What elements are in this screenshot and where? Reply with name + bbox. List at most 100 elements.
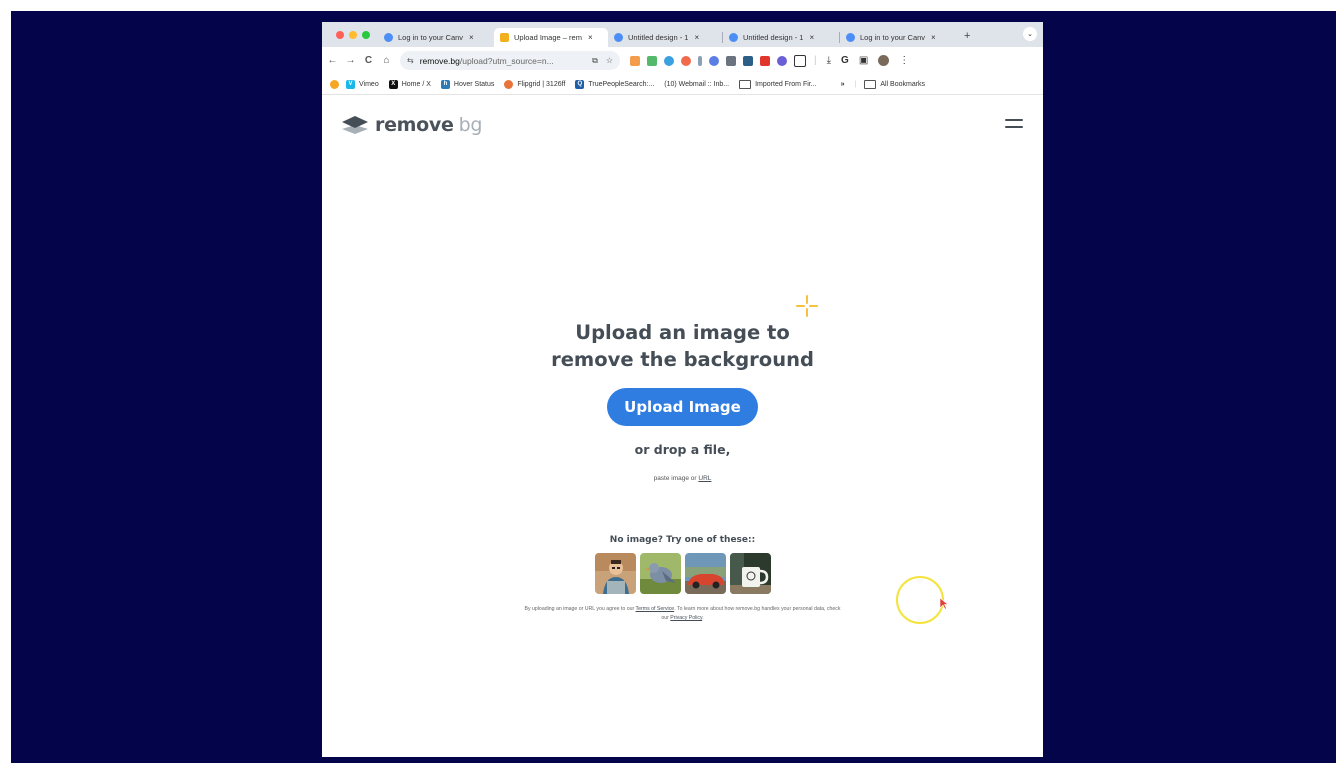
canva-favicon-icon: [729, 32, 738, 42]
url-host: remove.bg: [419, 55, 460, 66]
side-panel-icon[interactable]: ▣: [859, 55, 868, 66]
page-headline: Upload an image to remove the background: [322, 319, 1043, 373]
extension-icon[interactable]: [709, 55, 719, 66]
page-content: remove bg Upload an image to remove the …: [322, 95, 1043, 757]
url-path: /upload?utm_source=n...: [459, 55, 554, 66]
extension-icon[interactable]: [743, 55, 753, 66]
canva-favicon-icon: [614, 32, 623, 42]
tab-title: Upload Image – rem: [514, 32, 582, 42]
close-tab-icon[interactable]: ×: [694, 33, 699, 42]
extension-icon[interactable]: [726, 55, 736, 66]
profile-avatar[interactable]: [878, 55, 890, 66]
extensions-bar: [630, 54, 806, 67]
bookmark-label: (10) Webmail :: Inb...: [664, 80, 730, 88]
paste-hint-text: paste image or: [653, 475, 699, 482]
extension-icon[interactable]: [777, 55, 787, 66]
forward-button[interactable]: →: [343, 55, 358, 66]
canva-favicon-icon: [384, 32, 393, 42]
bookmark-label: All Bookmarks: [880, 80, 926, 88]
toolbar-divider: |: [814, 55, 817, 66]
bookmark-webmail[interactable]: (10) Webmail :: Inb...: [664, 81, 729, 88]
extension-icon[interactable]: [647, 55, 657, 66]
privacy-policy-link[interactable]: Privacy Policy: [670, 615, 702, 621]
bookmark-vimeo[interactable]: V Vimeo: [346, 79, 379, 89]
browser-menu-icon[interactable]: ⋮: [899, 55, 909, 66]
bookmark-imported-folder[interactable]: Imported From Fir...: [739, 79, 817, 89]
sparkle-icon: [796, 295, 818, 317]
bookmark-label: Vimeo: [359, 80, 379, 88]
bookmarks-divider: |: [854, 80, 857, 88]
click-highlight-ring: [896, 576, 944, 624]
extension-icon[interactable]: [630, 55, 640, 66]
site-settings-icon[interactable]: ⇆: [407, 56, 414, 65]
mug-sample-icon: [730, 553, 771, 594]
address-bar[interactable]: ⇆ remove.bg /upload?utm_source=n... ⧉ ☆: [400, 51, 620, 70]
vimeo-icon: V: [346, 79, 355, 89]
close-tab-icon[interactable]: ×: [809, 33, 814, 42]
removebg-logo[interactable]: remove bg: [342, 114, 482, 136]
extension-icon[interactable]: [760, 55, 770, 66]
close-tab-icon[interactable]: ×: [469, 33, 474, 42]
bookmark-x-home[interactable]: X Home / X: [388, 79, 431, 89]
removebg-favicon-icon: [500, 32, 509, 42]
legal-text: By uploading an image or URL you agree t…: [524, 606, 636, 612]
minimize-window-button[interactable]: [349, 30, 357, 39]
url-link[interactable]: URL: [698, 475, 711, 482]
sample-image-car[interactable]: [685, 553, 726, 594]
bookmark-label: Imported From Fir...: [755, 80, 817, 88]
terms-of-service-link[interactable]: Terms of Service: [636, 606, 675, 612]
close-tab-icon[interactable]: ×: [588, 33, 593, 42]
download-icon[interactable]: ⤓: [827, 55, 831, 66]
window-controls: [336, 30, 370, 39]
maximize-window-button[interactable]: [362, 30, 370, 39]
bookmark-star-icon[interactable]: ☆: [606, 56, 613, 66]
back-button[interactable]: ←: [325, 55, 340, 66]
extensions-puzzle-icon[interactable]: [794, 54, 806, 67]
tab-strip: Log in to your Canv × Upload Image – rem…: [322, 22, 1043, 47]
drop-file-text: or drop a file,: [634, 442, 731, 457]
grammarly-icon[interactable]: G: [841, 55, 849, 66]
sample-image-person[interactable]: [595, 553, 636, 594]
bookmarks-overflow-button[interactable]: »: [841, 81, 845, 88]
x-logo-icon: X: [388, 79, 398, 89]
bookmark-truepeoplesearch[interactable]: Q TruePeopleSearch:...: [575, 79, 654, 89]
bookmark-label: Home / X: [401, 80, 431, 88]
sample-image-bird[interactable]: [640, 553, 681, 594]
tab-upload-image[interactable]: Upload Image – rem ×: [494, 27, 608, 47]
search-icon: Q: [575, 79, 585, 89]
close-tab-icon[interactable]: ×: [931, 33, 936, 42]
all-bookmarks-button[interactable]: All Bookmarks: [864, 79, 926, 89]
headline-line-2: remove the background: [551, 348, 814, 371]
home-button[interactable]: ⌂: [379, 55, 394, 66]
browser-window: Log in to your Canv × Upload Image – rem…: [322, 22, 1043, 757]
tab-title: Log in to your Canv: [398, 32, 464, 42]
tab-untitled-design-1[interactable]: Untitled design - 1 ×: [608, 28, 722, 47]
legal-notice: By uploading an image or URL you agree t…: [522, 605, 843, 623]
tab-search-button[interactable]: ⌄: [1023, 27, 1037, 41]
tab-canva-login[interactable]: Log in to your Canv ×: [378, 28, 494, 47]
extension-icon[interactable]: [681, 55, 691, 66]
bird-sample-icon: [640, 553, 681, 594]
bookmark-flipgrid[interactable]: Flipgrid | 3126ff: [504, 79, 566, 89]
hover-icon: h: [440, 79, 450, 89]
upload-image-button[interactable]: Upload Image: [607, 388, 758, 426]
reload-button[interactable]: C: [361, 55, 376, 66]
bookmark-icon[interactable]: [330, 79, 339, 89]
new-tab-button[interactable]: +: [964, 30, 970, 42]
tab-canva-login-2[interactable]: Log in to your Canv ×: [840, 28, 956, 47]
mouse-cursor-icon: [940, 598, 949, 610]
car-sample-icon: [685, 553, 726, 594]
tab-title: Untitled design - 1: [743, 32, 804, 42]
close-window-button[interactable]: [336, 30, 344, 39]
bookmark-label: Flipgrid | 3126ff: [517, 80, 566, 88]
extension-icon[interactable]: [664, 55, 674, 66]
browser-toolbar: ← → C ⌂ ⇆ remove.bg /upload?utm_source=n…: [322, 47, 1043, 74]
tab-untitled-design-2[interactable]: Untitled design - 1 ×: [723, 28, 839, 47]
bookmark-hover-status[interactable]: h Hover Status: [440, 79, 494, 89]
sample-images: [595, 553, 771, 594]
extension-icon[interactable]: [698, 55, 702, 66]
hamburger-menu-icon[interactable]: [1005, 119, 1023, 133]
logo-suffix: bg: [458, 114, 483, 136]
sample-image-mug[interactable]: [730, 553, 771, 594]
install-app-icon[interactable]: ⧉: [592, 56, 598, 66]
